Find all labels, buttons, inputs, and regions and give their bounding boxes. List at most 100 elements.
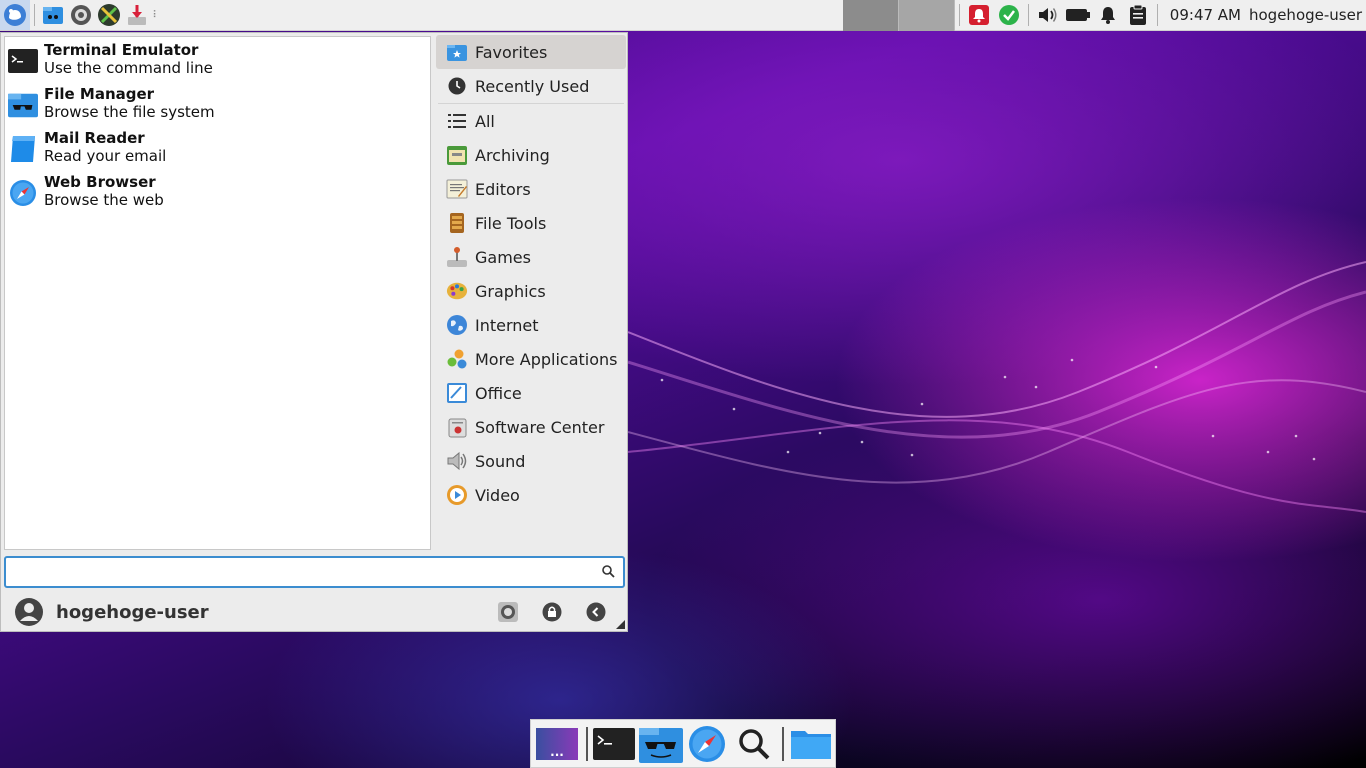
download-launcher[interactable] — [123, 1, 151, 29]
category-label: Software Center — [475, 417, 605, 437]
category-more-applications[interactable]: More Applications — [436, 342, 626, 376]
workspace-2[interactable] — [898, 0, 955, 31]
editor-icon — [446, 179, 468, 199]
search-icon — [602, 565, 615, 578]
category-label: File Tools — [475, 213, 547, 233]
app-name: File Manager — [44, 85, 155, 103]
category-games[interactable]: Games — [436, 240, 626, 274]
volume-button[interactable] — [1033, 0, 1063, 31]
resize-grip[interactable] — [616, 620, 625, 629]
file-tools-icon — [450, 213, 464, 233]
software-center-icon — [448, 418, 467, 438]
chevron-left-icon — [586, 602, 606, 622]
bell-icon — [1100, 7, 1115, 24]
category-all[interactable]: All — [436, 104, 626, 138]
battery-icon — [1065, 9, 1090, 21]
category-label: More Applications — [475, 349, 618, 369]
notification-alert-button[interactable] — [964, 0, 994, 31]
lock-screen-button[interactable] — [539, 599, 565, 625]
panel-separator — [34, 4, 35, 26]
dock-home-folder[interactable] — [788, 722, 833, 766]
volume-icon — [1038, 8, 1057, 22]
tools-icon — [98, 4, 120, 26]
application-menu: Terminal Emulator Use the command line F… — [0, 32, 628, 632]
category-file-tools[interactable]: File Tools — [436, 206, 626, 240]
category-software-center[interactable]: Software Center — [436, 410, 626, 444]
mail-icon — [11, 136, 35, 162]
dock-search[interactable] — [732, 722, 777, 766]
app-description: Use the command line — [44, 59, 213, 77]
category-label: Video — [475, 485, 520, 505]
category-label: Editors — [475, 179, 531, 199]
clock[interactable]: 09:47 AM — [1162, 6, 1249, 24]
category-list: Favorites Recently Used All Archiving Ed… — [436, 35, 626, 512]
file-manager-icon — [8, 93, 38, 118]
clipboard-button[interactable] — [1123, 0, 1153, 31]
panel-separator — [958, 4, 960, 26]
panel-separator — [1027, 4, 1029, 26]
category-video[interactable]: Video — [436, 478, 626, 512]
more-apps-icon — [447, 349, 467, 369]
log-out-button[interactable] — [583, 599, 609, 625]
battery-button[interactable] — [1063, 0, 1093, 31]
panel-user-label[interactable]: hogehoge-user — [1249, 6, 1366, 24]
app-name: Terminal Emulator — [44, 41, 199, 59]
show-desktop-label: ... — [551, 745, 565, 759]
notifications-button[interactable] — [1093, 0, 1123, 31]
category-graphics[interactable]: Graphics — [436, 274, 626, 308]
footer-username: hogehoge-user — [56, 601, 209, 623]
top-panel: ⠇ 09:47 AM hogehoge-user — [0, 0, 1366, 31]
dock-terminal[interactable] — [592, 722, 637, 766]
show-desktop-icon: ... — [536, 727, 579, 760]
category-label: Games — [475, 247, 531, 267]
app-name: Mail Reader — [44, 129, 145, 147]
dock-separator — [585, 726, 588, 761]
category-office[interactable]: Office — [436, 376, 626, 410]
category-recently-used[interactable]: Recently Used — [436, 69, 626, 103]
terminal-icon — [8, 49, 38, 73]
category-label: Graphics — [475, 281, 546, 301]
category-label: Recently Used — [475, 76, 590, 96]
notification-alert-icon — [968, 5, 989, 25]
panel-separator — [1156, 4, 1158, 26]
list-item[interactable]: File Manager Browse the file system — [5, 81, 430, 125]
speaker-icon — [447, 451, 467, 471]
app-description: Read your email — [44, 147, 167, 165]
settings-manager-button[interactable] — [495, 599, 521, 625]
avatar — [15, 598, 43, 626]
settings-icon — [71, 5, 91, 25]
app-description: Browse the file system — [44, 103, 215, 121]
clock-icon — [448, 77, 466, 95]
lock-icon — [542, 602, 562, 622]
status-ok-button[interactable] — [994, 0, 1024, 31]
terminal-icon — [592, 727, 635, 760]
whisker-menu-button[interactable] — [0, 0, 30, 30]
check-icon — [998, 5, 1019, 25]
category-sound[interactable]: Sound — [436, 444, 626, 478]
panel-drag-handle[interactable]: ⠇ — [151, 10, 161, 21]
tools-launcher[interactable] — [95, 1, 123, 29]
list-item[interactable]: Terminal Emulator Use the command line — [5, 37, 430, 81]
category-archiving[interactable]: Archiving — [436, 138, 626, 172]
list-item[interactable]: Web Browser Browse the web — [5, 169, 430, 213]
category-label: All — [475, 111, 495, 131]
category-label: Office — [475, 383, 522, 403]
category-internet[interactable]: Internet — [436, 308, 626, 342]
app-description: Browse the web — [44, 191, 164, 209]
favorites-list: Terminal Emulator Use the command line F… — [4, 36, 431, 550]
category-label: Internet — [475, 315, 539, 335]
category-favorites[interactable]: Favorites — [436, 35, 626, 69]
workspace-1[interactable] — [842, 0, 899, 31]
dock-web-browser[interactable] — [685, 722, 730, 766]
category-editors[interactable]: Editors — [436, 172, 626, 206]
settings-launcher[interactable] — [67, 1, 95, 29]
list-item[interactable]: Mail Reader Read your email — [5, 125, 430, 169]
file-manager-launcher[interactable] — [39, 1, 67, 29]
dock-file-manager[interactable] — [638, 722, 683, 766]
category-label: Favorites — [475, 42, 548, 62]
video-icon — [447, 485, 467, 505]
search-input[interactable] — [6, 558, 586, 586]
show-desktop-button[interactable]: ... — [535, 722, 580, 766]
app-name: Web Browser — [44, 173, 156, 191]
search-field[interactable] — [4, 556, 625, 588]
